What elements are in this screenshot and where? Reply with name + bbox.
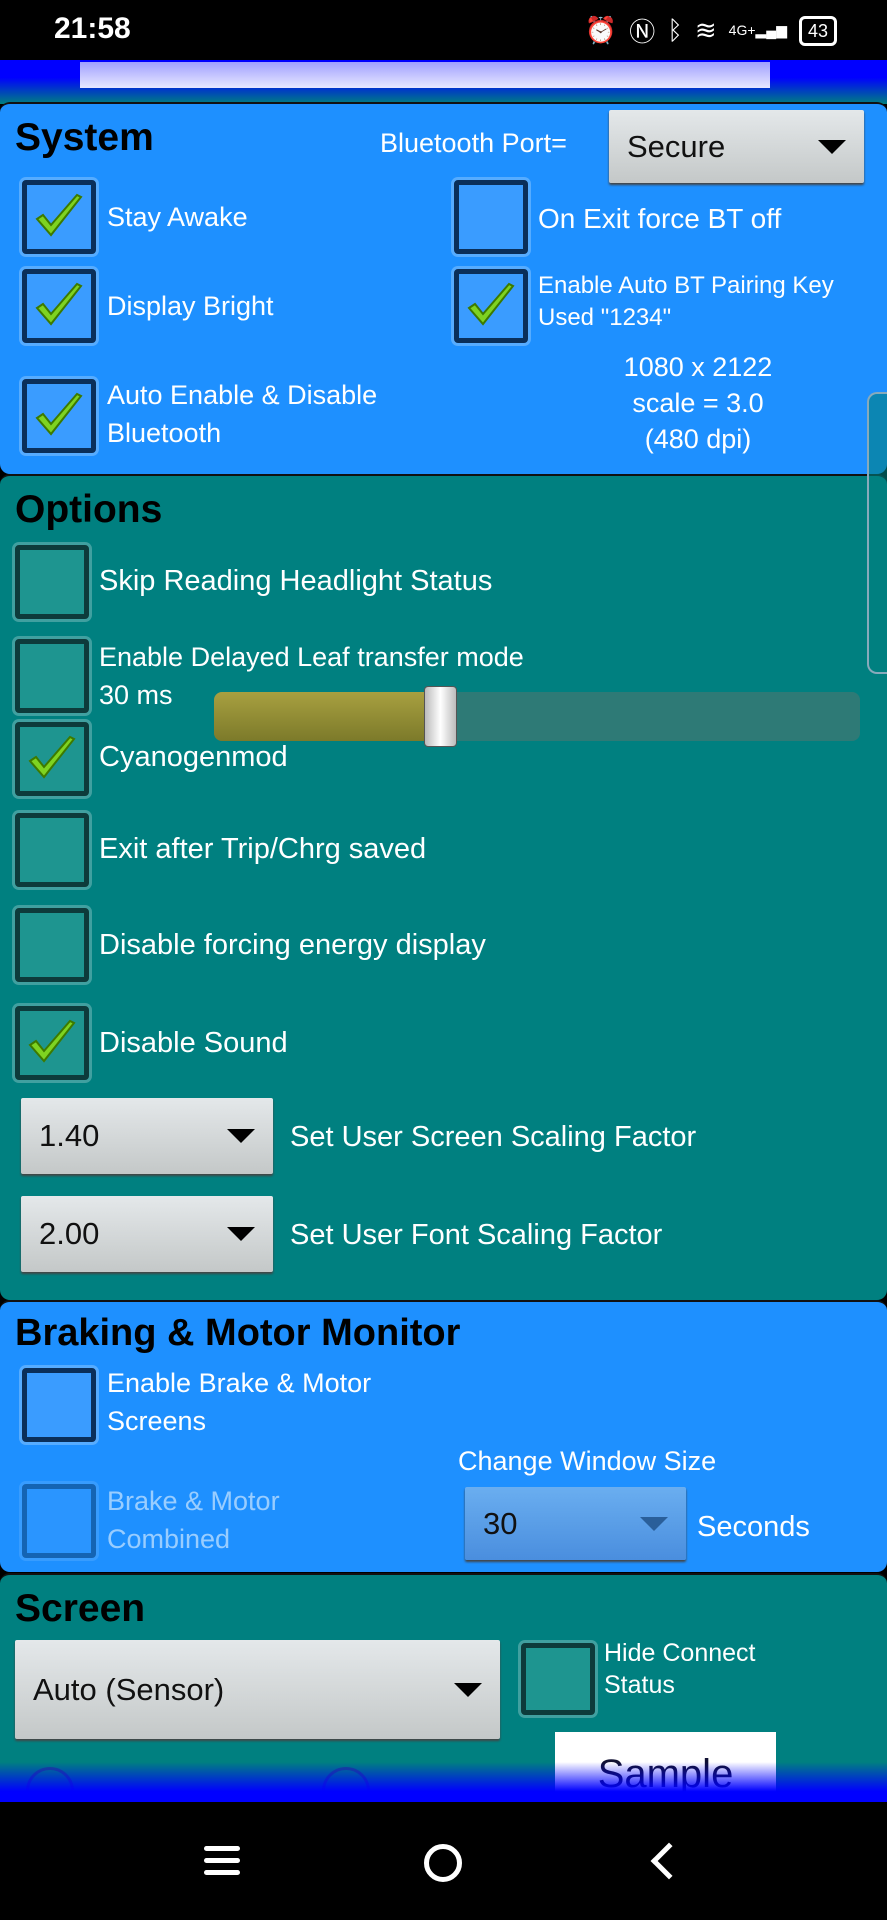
hide-connect-label: Hide Connect Status — [604, 1639, 756, 1699]
exit-after-checkbox[interactable] — [15, 813, 89, 887]
scrollbar[interactable] — [867, 392, 887, 674]
chevron-down-icon — [227, 1227, 255, 1241]
wifi-icon: ≋ — [694, 15, 717, 45]
check-icon — [31, 278, 87, 334]
delayed-leaf-checkbox[interactable] — [15, 639, 89, 713]
brake-combined-checkbox[interactable] — [22, 1484, 96, 1558]
status-bar: 21:58 ⏰ Ⓝ ᛒ ≋ 4G+▂▄▆ 43 — [0, 0, 887, 60]
screen-scaling-dropdown[interactable]: 1.40 — [21, 1098, 273, 1174]
hide-connect-checkbox[interactable] — [521, 1643, 595, 1715]
dpi-text: (480 dpi) — [644, 424, 752, 454]
chevron-down-icon — [454, 1682, 482, 1697]
enable-brake-label: Enable Brake & Motor Screens — [107, 1368, 372, 1436]
cyanogenmod-checkbox[interactable] — [15, 722, 89, 796]
window-size-dropdown[interactable]: 30 — [465, 1487, 686, 1560]
alarm-icon: ⏰ — [584, 15, 618, 45]
chevron-down-icon — [227, 1129, 255, 1143]
resolution-text: 1080 x 2122 — [623, 352, 773, 382]
delay-slider[interactable] — [214, 692, 860, 741]
section-title: System — [15, 116, 154, 159]
menu-icon[interactable] — [204, 1846, 240, 1875]
stay-awake-label: Stay Awake — [107, 202, 248, 232]
check-icon — [463, 278, 519, 334]
delayed-leaf-label: Enable Delayed Leaf transfer mode — [99, 642, 524, 672]
font-scaling-label: Set User Font Scaling Factor — [290, 1219, 663, 1251]
auto-bt-checkbox[interactable] — [22, 379, 96, 453]
exit-bt-off-checkbox[interactable] — [454, 180, 528, 254]
screen-scaling-label: Set User Screen Scaling Factor — [290, 1121, 697, 1153]
bt-port-dropdown[interactable]: Secure — [609, 110, 864, 183]
cyanogenmod-label: Cyanogenmod — [99, 741, 288, 773]
exit-after-label: Exit after Trip/Chrg saved — [99, 833, 427, 865]
header-panel — [80, 62, 770, 88]
check-icon — [24, 731, 80, 787]
check-icon — [31, 189, 87, 245]
font-scaling-dropdown[interactable]: 2.00 — [21, 1196, 273, 1272]
display-bright-checkbox[interactable] — [22, 269, 96, 343]
section-title: Braking & Motor Monitor — [15, 1312, 461, 1354]
disable-energy-checkbox[interactable] — [15, 908, 89, 982]
skip-headlight-checkbox[interactable] — [15, 545, 89, 619]
battery-icon: 43 — [798, 15, 837, 46]
system-panel: System Bluetooth Port= Secure Stay Awake… — [0, 102, 887, 474]
scale-text: scale = 3.0 — [632, 388, 764, 418]
enable-brake-checkbox[interactable] — [22, 1368, 96, 1442]
signal-icon: 4G+▂▄▆ — [728, 22, 787, 38]
check-icon — [31, 388, 87, 444]
delay-value: 30 ms — [99, 680, 173, 710]
options-panel: Options Skip Reading Headlight Status En… — [0, 474, 887, 1300]
navigation-bar — [0, 1802, 887, 1920]
brake-combined-label: Brake & Motor Combined — [107, 1486, 280, 1554]
skip-headlight-label: Skip Reading Headlight Status — [99, 565, 493, 597]
footer-gradient — [0, 1762, 887, 1804]
orientation-dropdown[interactable]: Auto (Sensor) — [15, 1640, 500, 1739]
window-size-label: Change Window Size — [458, 1446, 717, 1476]
slider-fill — [214, 692, 441, 741]
display-bright-label: Display Bright — [107, 291, 274, 321]
disable-sound-label: Disable Sound — [99, 1027, 288, 1059]
chevron-down-icon — [818, 139, 846, 154]
back-icon[interactable] — [650, 1842, 688, 1880]
check-icon — [24, 1015, 80, 1071]
auto-pairing-label: Enable Auto BT Pairing Key Used "1234" — [538, 272, 834, 331]
seconds-label: Seconds — [697, 1511, 810, 1543]
chevron-down-icon — [640, 1516, 668, 1531]
section-title: Screen — [15, 1587, 146, 1630]
clock: 21:58 — [54, 12, 131, 45]
stay-awake-checkbox[interactable] — [22, 180, 96, 254]
nfc-icon: Ⓝ — [629, 17, 656, 47]
auto-bt-label: Auto Enable & Disable Bluetooth — [107, 380, 378, 448]
exit-bt-off-label: On Exit force BT off — [538, 203, 782, 234]
disable-energy-label: Disable forcing energy display — [99, 929, 486, 961]
slider-thumb[interactable] — [424, 686, 458, 747]
section-title: Options — [15, 488, 163, 531]
disable-sound-checkbox[interactable] — [15, 1006, 89, 1080]
home-icon[interactable] — [424, 1844, 462, 1882]
braking-panel: Braking & Motor Monitor Enable Brake & M… — [0, 1300, 887, 1572]
bt-port-label: Bluetooth Port= — [380, 128, 567, 158]
auto-pairing-checkbox[interactable] — [454, 269, 528, 343]
bluetooth-icon: ᛒ — [667, 15, 683, 45]
